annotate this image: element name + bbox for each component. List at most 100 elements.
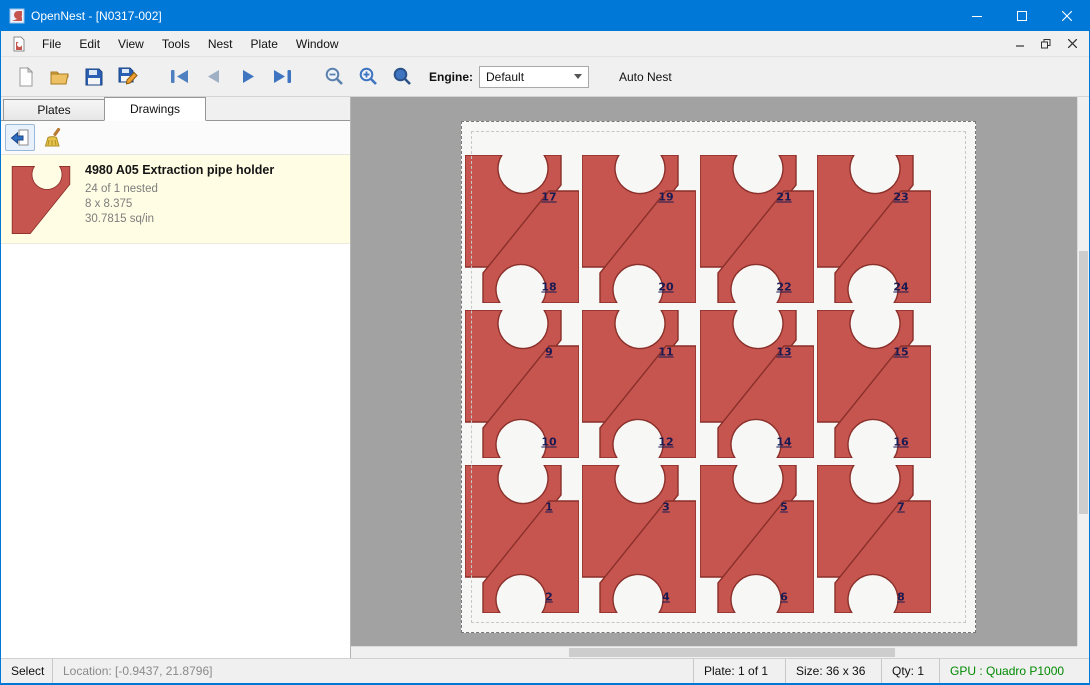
zoom-out-icon[interactable]	[317, 61, 351, 93]
part-number: 13	[776, 346, 791, 359]
document-icon	[11, 36, 27, 52]
nested-parts-shape	[700, 465, 814, 613]
close-icon[interactable]	[1044, 1, 1089, 31]
part-number: 5	[780, 501, 788, 514]
part-number: 14	[776, 436, 791, 449]
menu-item-tools[interactable]: Tools	[153, 33, 199, 55]
part-number: 12	[658, 436, 673, 449]
drawing-list-item[interactable]: 4980 A05 Extraction pipe holder 24 of 1 …	[1, 155, 350, 244]
scrollbar-corner	[1077, 646, 1089, 658]
nav-next-icon[interactable]	[231, 61, 265, 93]
part-number: 9	[545, 346, 553, 359]
nested-pair[interactable]: 17 18	[465, 155, 579, 303]
part-number: 3	[662, 501, 670, 514]
nested-parts-shape	[700, 310, 814, 458]
nested-pair[interactable]: 3 4	[582, 465, 696, 613]
menu-item-window[interactable]: Window	[287, 33, 348, 55]
drawing-dimensions: 8 x 8.375	[85, 197, 274, 212]
window-title: OpenNest - [N0317-002]	[31, 9, 162, 23]
app-icon	[9, 8, 25, 24]
minimize-icon[interactable]	[954, 1, 999, 31]
open-folder-icon[interactable]	[43, 61, 77, 93]
zoom-in-icon[interactable]	[351, 61, 385, 93]
nav-first-icon[interactable]	[163, 61, 197, 93]
part-number: 7	[897, 501, 905, 514]
plate[interactable]: 17 18 19 20 21 22	[461, 121, 976, 633]
save-icon[interactable]	[77, 61, 111, 93]
nest-canvas[interactable]: 17 18 19 20 21 22	[351, 97, 1089, 658]
mdi-restore-icon[interactable]	[1033, 33, 1059, 55]
tab-drawings[interactable]: Drawings	[104, 97, 206, 121]
part-number: 23	[893, 191, 908, 204]
part-number: 24	[893, 281, 908, 294]
drawing-nested-count: 24 of 1 nested	[85, 182, 274, 197]
clear-drawings-icon[interactable]	[37, 124, 67, 151]
nested-pair[interactable]: 7 8	[817, 465, 931, 613]
nav-prev-icon[interactable]	[197, 61, 231, 93]
part-number: 15	[893, 346, 908, 359]
nested-parts-shape	[465, 310, 579, 458]
chevron-down-icon	[574, 74, 582, 79]
save-edit-icon[interactable]	[111, 61, 145, 93]
nested-pair[interactable]: 13 14	[700, 310, 814, 458]
status-size: Size: 36 x 36	[785, 659, 881, 683]
menu-item-edit[interactable]: Edit	[70, 33, 109, 55]
status-location: Location: [-0.9437, 21.8796]	[53, 659, 222, 683]
part-number: 2	[545, 591, 553, 604]
part-number: 11	[658, 346, 673, 359]
drawing-title: 4980 A05 Extraction pipe holder	[85, 163, 274, 177]
nested-pair[interactable]: 21 22	[700, 155, 814, 303]
title-bar: OpenNest - [N0317-002]	[1, 1, 1089, 31]
part-number: 19	[658, 191, 673, 204]
nested-pair[interactable]: 1 2	[465, 465, 579, 613]
menu-item-nest[interactable]: Nest	[199, 33, 242, 55]
engine-dropdown[interactable]: Default	[479, 66, 589, 88]
zoom-fit-icon[interactable]	[385, 61, 419, 93]
engine-value: Default	[486, 70, 574, 84]
status-plate: Plate: 1 of 1	[693, 659, 785, 683]
main-toolbar: Engine: Default Auto Nest	[1, 57, 1089, 97]
part-number: 16	[893, 436, 908, 449]
nested-parts-shape	[817, 465, 931, 613]
drawings-toolbar	[1, 121, 350, 155]
nested-parts-shape	[582, 155, 696, 303]
nested-pair[interactable]: 23 24	[817, 155, 931, 303]
part-number: 18	[541, 281, 556, 294]
engine-label: Engine:	[429, 70, 473, 84]
part-number: 8	[897, 591, 905, 604]
part-number: 1	[545, 501, 553, 514]
maximize-icon[interactable]	[999, 1, 1044, 31]
mdi-close-icon[interactable]	[1059, 33, 1085, 55]
nested-pair[interactable]: 5 6	[700, 465, 814, 613]
part-number: 4	[662, 591, 670, 604]
status-mode: Select	[1, 659, 53, 683]
status-qty: Qty: 1	[881, 659, 939, 683]
part-number: 6	[780, 591, 788, 604]
menu-item-plate[interactable]: Plate	[242, 33, 287, 55]
part-number: 22	[776, 281, 791, 294]
part-number: 17	[541, 191, 556, 204]
sidebar: Plates Drawings 4	[1, 97, 351, 658]
tab-plates[interactable]: Plates	[3, 99, 105, 120]
nested-parts-shape	[465, 155, 579, 303]
part-number: 20	[658, 281, 673, 294]
vertical-scrollbar[interactable]	[1077, 97, 1089, 646]
sidebar-tabs: Plates Drawings	[1, 97, 350, 121]
nested-pair[interactable]: 15 16	[817, 310, 931, 458]
part-number: 10	[541, 436, 556, 449]
menu-item-view[interactable]: View	[109, 33, 153, 55]
new-file-icon[interactable]	[9, 61, 43, 93]
nested-parts-shape	[817, 310, 931, 458]
import-drawing-icon[interactable]	[5, 124, 35, 151]
nested-pair[interactable]: 19 20	[582, 155, 696, 303]
horizontal-scrollbar[interactable]	[351, 646, 1077, 658]
nested-parts-shape	[582, 310, 696, 458]
auto-nest-button[interactable]: Auto Nest	[611, 66, 680, 88]
menu-item-file[interactable]: File	[33, 33, 70, 55]
nested-pair[interactable]: 9 10	[465, 310, 579, 458]
nested-pair[interactable]: 11 12	[582, 310, 696, 458]
mdi-minimize-icon[interactable]	[1007, 33, 1033, 55]
menu-bar: File Edit View Tools Nest Plate Window	[1, 31, 1089, 57]
nav-last-icon[interactable]	[265, 61, 299, 93]
status-bar: Select Location: [-0.9437, 21.8796] Plat…	[1, 658, 1089, 683]
